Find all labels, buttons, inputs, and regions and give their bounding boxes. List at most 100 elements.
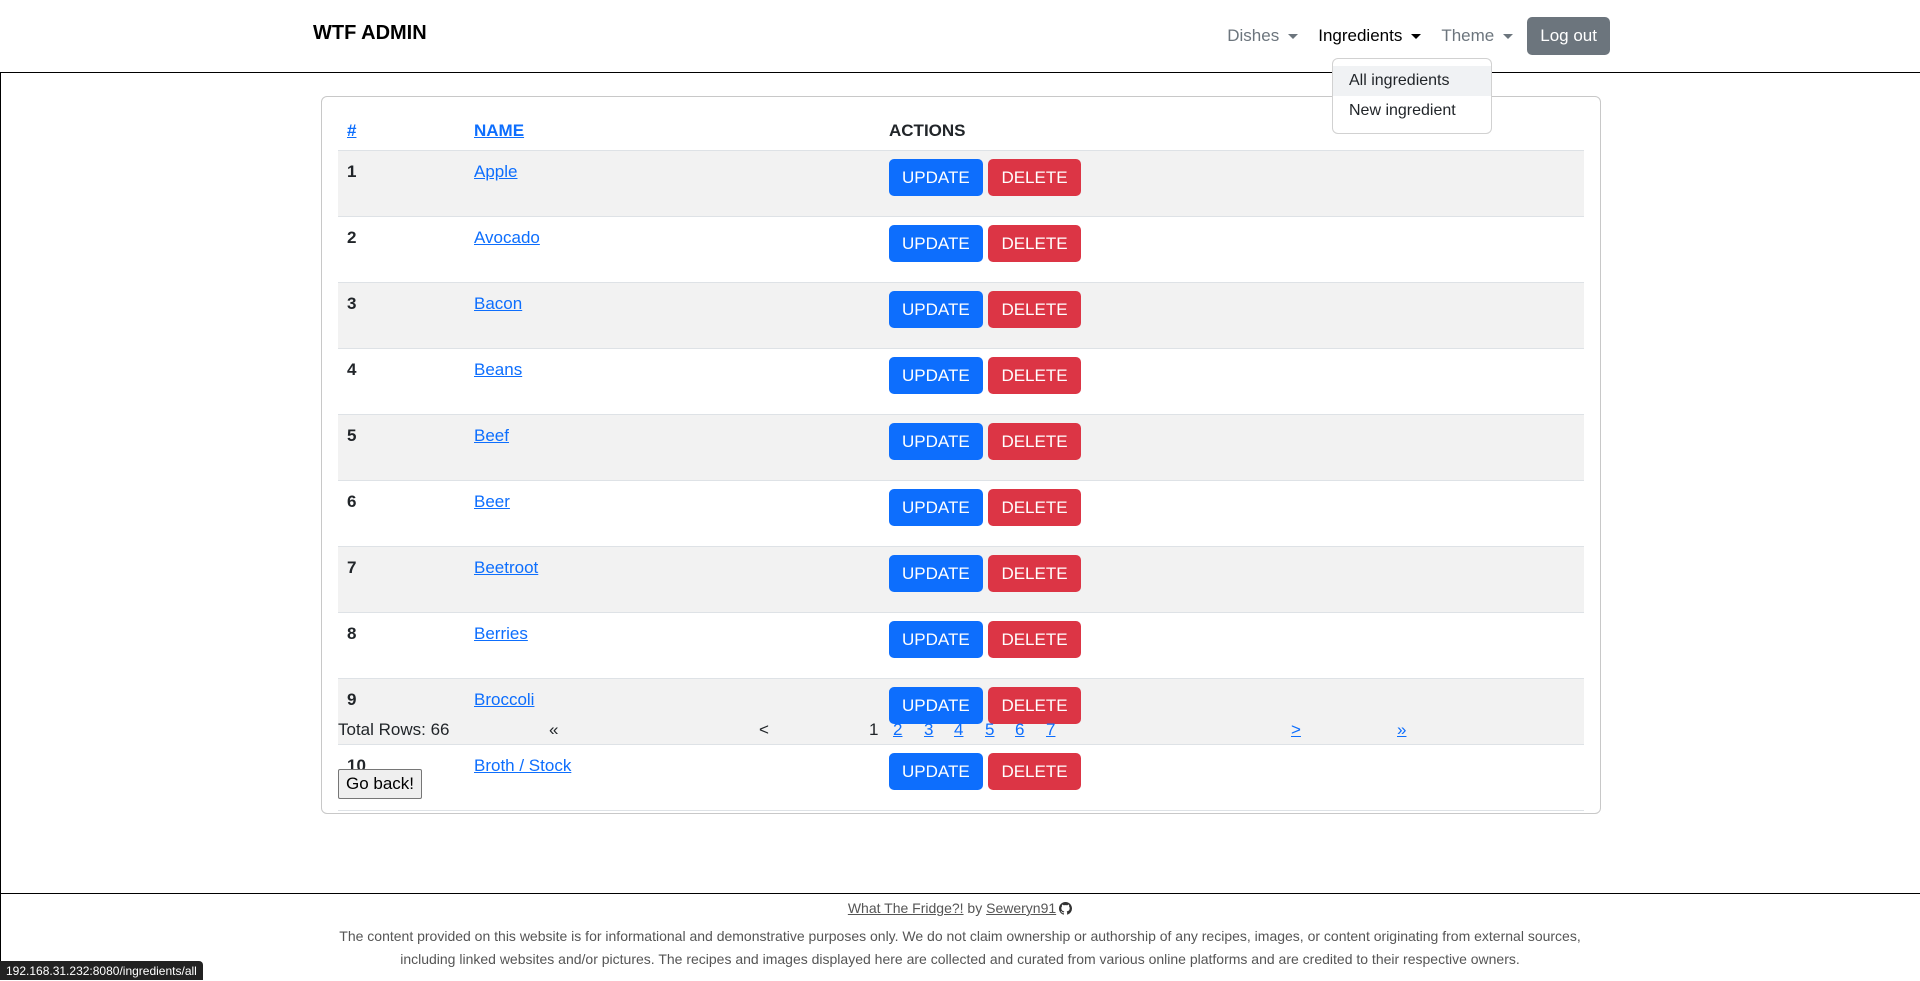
ingredient-link[interactable]: Beef [474, 426, 509, 445]
ingredient-link[interactable]: Berries [474, 624, 528, 643]
row-name: Beetroot [465, 547, 880, 613]
update-button[interactable]: UPDATE [889, 159, 983, 196]
caret-down-icon [1503, 34, 1513, 39]
footer: What The Fridge?! by Seweryn91 The conte… [0, 893, 1920, 981]
navbar: WTF ADMIN Dishes Ingredients Theme Log o… [0, 0, 1920, 73]
last-page-link[interactable]: » [1397, 720, 1406, 739]
nav-menu: Dishes Ingredients Theme Log out [1217, 17, 1610, 55]
footer-disclaimer: The content provided on this website is … [315, 925, 1605, 971]
update-button[interactable]: UPDATE [889, 423, 983, 460]
row-id: 5 [338, 415, 465, 481]
ingredient-link[interactable]: Beetroot [474, 558, 538, 577]
row-id: 8 [338, 613, 465, 679]
status-bar-url: 192.168.31.232:8080/ingredients/all [0, 961, 203, 980]
caret-down-icon [1411, 34, 1421, 39]
header-name: NAME [465, 112, 880, 151]
ingredient-link[interactable]: Broth / Stock [474, 756, 571, 775]
update-button[interactable]: UPDATE [889, 489, 983, 526]
table-row: 10Broth / StockUPDATE DELETE [338, 745, 1584, 811]
update-button[interactable]: UPDATE [889, 555, 983, 592]
total-rows-label: Total Rows: 66 [338, 720, 450, 740]
github-icon[interactable] [1059, 902, 1072, 915]
page-link-4[interactable]: 4 [954, 720, 963, 739]
first-page-control: « [549, 720, 558, 740]
pagination: Total Rows: 66 « < 1 2 3 4 5 6 7 > » [338, 720, 1584, 744]
row-id: 3 [338, 283, 465, 349]
row-name: Beer [465, 481, 880, 547]
page-link-6[interactable]: 6 [1015, 720, 1024, 739]
update-button[interactable]: UPDATE [889, 753, 983, 790]
author-link[interactable]: Seweryn91 [986, 900, 1056, 916]
table-row: 8 Berries UPDATE DELETE [338, 613, 1584, 679]
row-actions: UPDATE DELETE [880, 415, 1584, 481]
brand-logo[interactable]: WTF ADMIN [313, 22, 427, 45]
ingredient-link[interactable]: Bacon [474, 294, 522, 313]
table-row: 4BeansUPDATE DELETE [338, 349, 1584, 415]
row-name: Bacon [465, 283, 880, 349]
update-button[interactable]: UPDATE [889, 357, 983, 394]
ingredient-link[interactable]: Broccoli [474, 690, 534, 709]
footer-by: by [967, 900, 982, 916]
nav-theme-dropdown[interactable]: Theme [1431, 18, 1523, 54]
prev-page-control: < [759, 720, 769, 740]
page-link-7[interactable]: 7 [1046, 720, 1055, 739]
nav-dishes-label: Dishes [1227, 26, 1279, 46]
row-actions: UPDATE DELETE [880, 481, 1584, 547]
caret-down-icon [1288, 34, 1298, 39]
row-name: Broth / Stock [465, 745, 880, 811]
row-id: 6 [338, 481, 465, 547]
disclaimer-line-1: The content provided on this website is … [315, 925, 1605, 948]
logout-button[interactable]: Log out [1527, 17, 1610, 55]
delete-button[interactable]: DELETE [988, 621, 1080, 658]
sort-by-id-link[interactable]: # [347, 121, 356, 140]
dropdown-item-all-ingredients[interactable]: All ingredients [1333, 66, 1491, 96]
delete-button[interactable]: DELETE [988, 423, 1080, 460]
ingredients-card: # NAME ACTIONS 1AppleUPDATE DELETE2Avoca… [321, 96, 1601, 814]
row-actions: UPDATE DELETE [880, 283, 1584, 349]
row-actions: UPDATE DELETE [880, 745, 1584, 811]
ingredients-table: # NAME ACTIONS 1AppleUPDATE DELETE2Avoca… [338, 112, 1584, 811]
delete-button[interactable]: DELETE [988, 291, 1080, 328]
table-row: 1AppleUPDATE DELETE [338, 151, 1584, 217]
delete-button[interactable]: DELETE [988, 159, 1080, 196]
next-page-link[interactable]: > [1291, 720, 1301, 739]
site-link[interactable]: What The Fridge?! [848, 900, 964, 916]
table-body: 1 Apple UPDATE DELETE 2 Avocado UPDATE DELETE… [338, 151, 1584, 811]
update-button[interactable]: UPDATE [889, 291, 983, 328]
page-link-2[interactable]: 2 [893, 720, 902, 739]
table-row: 7BeetrootUPDATE DELETE [338, 547, 1584, 613]
table-row: 6 Beer UPDATE DELETE [338, 481, 1584, 547]
row-name: Avocado [465, 217, 880, 283]
delete-button[interactable]: DELETE [988, 489, 1080, 526]
page-link-3[interactable]: 3 [924, 720, 933, 739]
ingredient-link[interactable]: Beans [474, 360, 522, 379]
ingredient-link[interactable]: Apple [474, 162, 517, 181]
nav-dishes-dropdown[interactable]: Dishes [1217, 18, 1308, 54]
page-link-5[interactable]: 5 [985, 720, 994, 739]
delete-button[interactable]: DELETE [988, 555, 1080, 592]
delete-button[interactable]: DELETE [988, 687, 1080, 724]
table-row: 2 Avocado UPDATE DELETE [338, 217, 1584, 283]
ingredient-link[interactable]: Avocado [474, 228, 540, 247]
update-button[interactable]: UPDATE [889, 687, 983, 724]
table-row: 3 Bacon UPDATE DELETE [338, 283, 1584, 349]
update-button[interactable]: UPDATE [889, 225, 983, 262]
delete-button[interactable]: DELETE [988, 357, 1080, 394]
nav-ingredients-dropdown[interactable]: Ingredients [1308, 18, 1431, 54]
row-actions: UPDATE DELETE [880, 151, 1584, 217]
current-page: 1 [869, 720, 878, 740]
delete-button[interactable]: DELETE [988, 753, 1080, 790]
sort-by-name-link[interactable]: NAME [474, 121, 524, 140]
disclaimer-line-2: including linked websites and/or picture… [315, 948, 1605, 971]
row-name: Apple [465, 151, 880, 217]
dropdown-item-new-ingredient[interactable]: New ingredient [1333, 96, 1491, 126]
row-actions: UPDATE DELETE [880, 547, 1584, 613]
row-name: Berries [465, 613, 880, 679]
row-name: Beans [465, 349, 880, 415]
ingredient-link[interactable]: Beer [474, 492, 510, 511]
go-back-button[interactable]: Go back! [338, 769, 422, 799]
update-button[interactable]: UPDATE [889, 621, 983, 658]
header-num: # [338, 112, 465, 151]
row-id: 2 [338, 217, 465, 283]
delete-button[interactable]: DELETE [988, 225, 1080, 262]
